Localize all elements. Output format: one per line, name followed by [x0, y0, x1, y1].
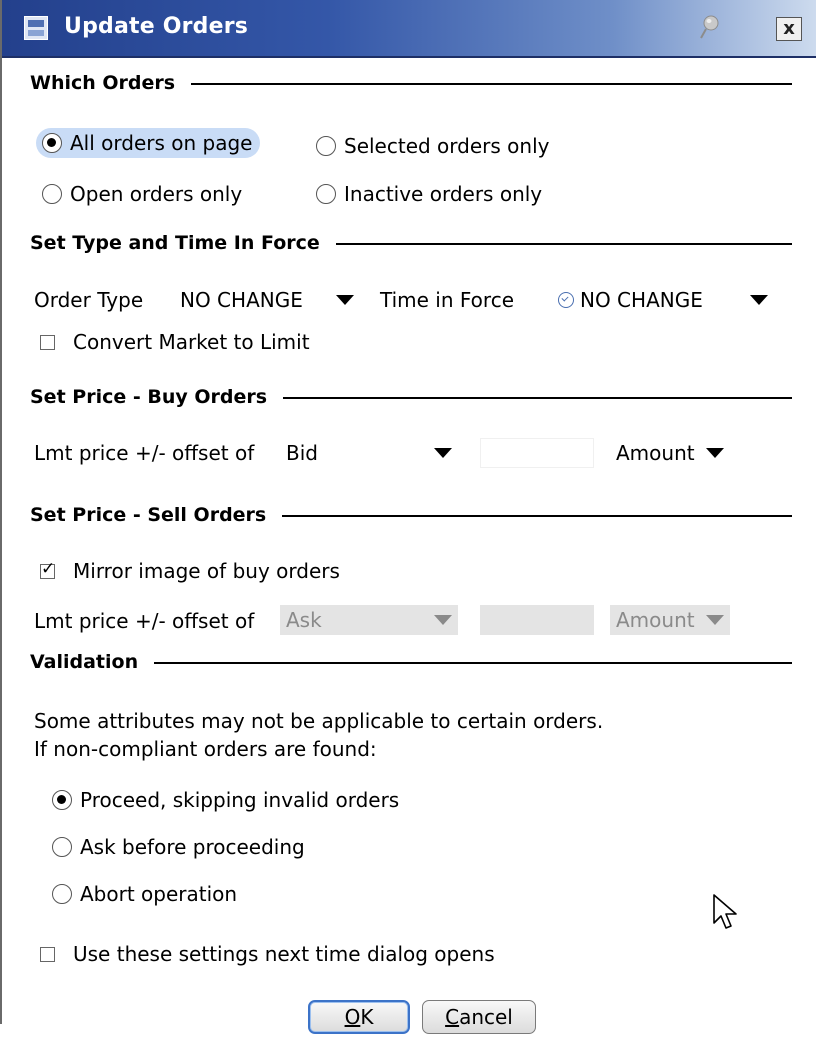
time-in-force-label: Time in Force — [380, 288, 515, 312]
section-title: Set Price - Sell Orders — [30, 504, 267, 526]
radio-button-selected[interactable] — [52, 790, 72, 810]
buy-offset-amount-input[interactable] — [480, 438, 594, 468]
section-title: Validation — [30, 651, 139, 673]
dialog-title: Update Orders — [64, 14, 249, 39]
time-in-force-dropdown[interactable]: NO CHANGE — [552, 285, 774, 315]
cancel-button[interactable]: Cancel — [422, 1000, 536, 1034]
validation-note-line2: If non-compliant orders are found: — [34, 737, 377, 761]
checkbox-label: Use these settings next time dialog open… — [73, 942, 495, 966]
section-divider — [191, 83, 792, 85]
dropdown-value: Bid — [286, 441, 318, 465]
sell-lmt-price-label: Lmt price +/- offset of — [34, 609, 255, 633]
radio-ask-before-proceeding[interactable]: Ask before proceeding — [52, 835, 305, 859]
time-in-force-icon — [558, 292, 574, 308]
chevron-down-icon[interactable] — [336, 295, 354, 305]
radio-button[interactable] — [52, 837, 72, 857]
dropdown-value: Amount — [616, 441, 695, 465]
checkbox-label: Mirror image of buy orders — [73, 559, 340, 583]
ok-button[interactable]: OK — [308, 1000, 410, 1034]
radio-label: Proceed, skipping invalid orders — [80, 788, 400, 812]
chevron-down-icon[interactable] — [434, 448, 452, 458]
close-button[interactable]: x — [776, 17, 802, 41]
which-orders-section-header: Which Orders — [30, 70, 792, 96]
checkbox-label: Convert Market to Limit — [73, 330, 310, 354]
section-title: Set Type and Time In Force — [30, 232, 320, 254]
type-tif-section-header: Set Type and Time In Force — [30, 230, 792, 256]
title-bar[interactable]: Update Orders x — [2, 0, 816, 58]
section-title: Set Price - Buy Orders — [30, 386, 268, 408]
radio-button[interactable] — [52, 884, 72, 904]
radio-selected-orders-only[interactable]: Selected orders only — [316, 134, 549, 158]
chevron-down-icon[interactable] — [706, 448, 724, 458]
validation-note-line1: Some attributes may not be applicable to… — [34, 709, 604, 733]
radio-inactive-orders-only[interactable]: Inactive orders only — [316, 182, 542, 206]
dropdown-value: NO CHANGE — [180, 288, 303, 312]
convert-market-to-limit-checkbox[interactable]: Convert Market to Limit — [40, 330, 310, 354]
dropdown-value: Ask — [286, 608, 322, 632]
radio-label: Abort operation — [80, 882, 238, 906]
checkbox-box-checked[interactable] — [40, 559, 55, 579]
sell-offset-unit-dropdown: Amount — [610, 605, 730, 635]
update-orders-dialog: Update Orders x Which Orders All orders … — [0, 0, 816, 1034]
radio-label: Open orders only — [70, 182, 243, 206]
cancel-mnemonic: C — [445, 1005, 460, 1029]
chevron-down-icon — [706, 615, 724, 625]
radio-button[interactable] — [42, 184, 62, 204]
radio-all-orders-on-page[interactable]: All orders on page — [36, 128, 261, 158]
checkbox-box[interactable] — [40, 946, 55, 962]
radio-abort-operation[interactable]: Abort operation — [52, 882, 237, 906]
app-window-icon — [24, 16, 48, 40]
sell-orders-section-header: Set Price - Sell Orders — [30, 502, 792, 528]
radio-button-selected[interactable] — [42, 133, 62, 153]
mirror-buy-orders-checkbox[interactable]: Mirror image of buy orders — [40, 559, 340, 583]
validation-section-header: Validation — [30, 649, 792, 675]
radio-label: All orders on page — [70, 131, 253, 155]
chevron-down-icon[interactable] — [750, 295, 768, 305]
radio-label: Inactive orders only — [344, 182, 543, 206]
section-divider — [335, 243, 792, 245]
chevron-down-icon — [434, 615, 452, 625]
buy-orders-section-header: Set Price - Buy Orders — [30, 384, 792, 410]
section-divider — [282, 515, 792, 517]
section-divider — [283, 397, 792, 399]
order-type-dropdown[interactable]: NO CHANGE — [174, 285, 360, 315]
dropdown-value: Amount — [616, 608, 695, 632]
ok-label-rest: K — [360, 1005, 374, 1029]
pin-icon[interactable] — [697, 14, 723, 42]
cancel-label-rest: ancel — [459, 1005, 513, 1029]
sell-offset-base-dropdown: Ask — [280, 605, 458, 635]
radio-label: Ask before proceeding — [80, 835, 305, 859]
radio-button[interactable] — [316, 184, 336, 204]
dialog-body: Which Orders All orders on page Selected… — [2, 58, 816, 1034]
radio-open-orders-only[interactable]: Open orders only — [42, 182, 242, 206]
use-settings-next-time-checkbox[interactable]: Use these settings next time dialog open… — [40, 942, 495, 966]
sell-offset-amount-input — [480, 605, 594, 635]
ok-mnemonic: O — [344, 1005, 361, 1029]
checkbox-box[interactable] — [40, 334, 55, 350]
order-type-label: Order Type — [34, 288, 144, 312]
buy-lmt-price-label: Lmt price +/- offset of — [34, 441, 255, 465]
mouse-pointer-icon — [713, 894, 737, 929]
radio-proceed-skipping-invalid[interactable]: Proceed, skipping invalid orders — [52, 788, 399, 812]
radio-button[interactable] — [316, 136, 336, 156]
radio-label: Selected orders only — [344, 134, 550, 158]
buy-offset-unit-dropdown[interactable]: Amount — [610, 438, 730, 468]
buy-offset-base-dropdown[interactable]: Bid — [280, 438, 458, 468]
section-title: Which Orders — [30, 72, 176, 94]
dropdown-value: NO CHANGE — [580, 288, 703, 312]
section-divider — [154, 662, 792, 664]
